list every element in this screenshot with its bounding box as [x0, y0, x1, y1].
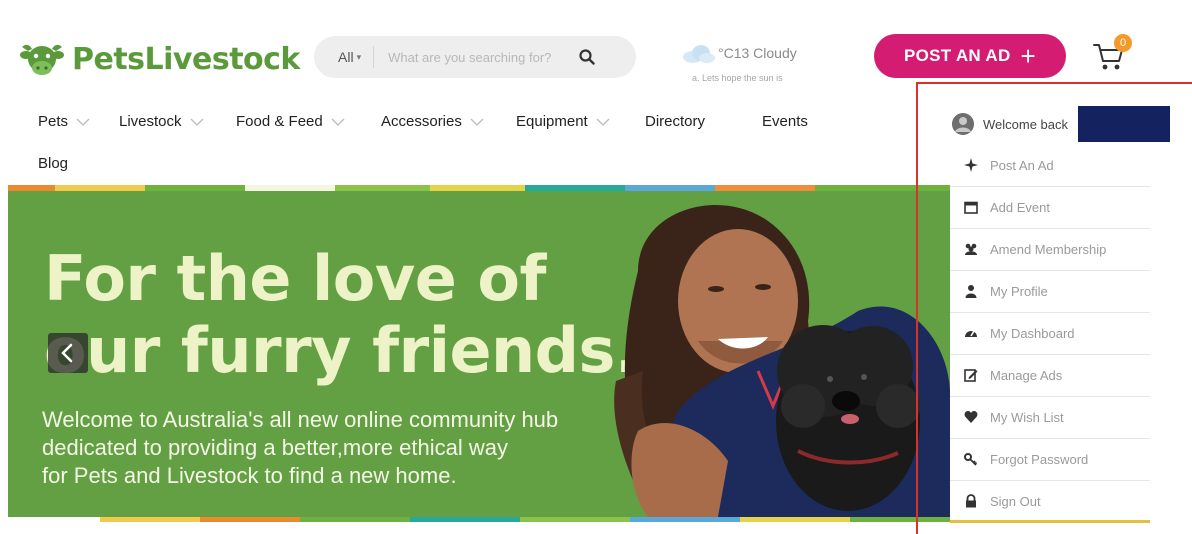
hero-banner: For the love of our furry friends. Welco… — [8, 191, 950, 517]
hero-subtitle-line1: Welcome to Australia's all new online co… — [42, 407, 559, 432]
key-icon — [964, 453, 978, 466]
search-divider — [373, 46, 375, 68]
search-icon[interactable] — [578, 48, 596, 66]
menu-item-my-dashboard[interactable]: My Dashboard — [950, 312, 1150, 355]
menu-item-forgot-password[interactable]: Forgot Password — [950, 438, 1150, 481]
nav-label: Food & Feed — [236, 113, 323, 130]
nav-item-accessories[interactable]: Accessories — [381, 113, 484, 130]
weather-note: a. Lets hope the sun is — [692, 73, 783, 83]
person-icon — [965, 285, 977, 298]
user-dropdown-highlight: Welcome back Post An Ad Add Event Amend … — [916, 82, 1192, 534]
hero-headline: For the love of our furry friends. — [44, 242, 639, 387]
heart-icon — [964, 411, 978, 423]
nav-item-pets[interactable]: Pets — [38, 113, 90, 130]
avatar-icon — [952, 113, 974, 135]
lock-icon — [966, 494, 976, 508]
chevron-down-icon: ▾ — [356, 51, 362, 62]
nav-label: Livestock — [119, 113, 182, 130]
cart-count-badge: 0 — [1114, 34, 1132, 52]
site-logo[interactable]: PetsLivestock — [18, 36, 300, 82]
group-icon — [965, 243, 977, 255]
nav-label: Events — [762, 113, 808, 130]
menu-item-my-profile[interactable]: My Profile — [950, 270, 1150, 313]
menu-item-manage-ads[interactable]: Manage Ads — [950, 354, 1150, 397]
menu-item-amend-membership[interactable]: Amend Membership — [950, 228, 1150, 271]
hero-subtitle: Welcome to Australia's all new online co… — [42, 406, 558, 490]
chevron-down-icon — [470, 118, 484, 126]
nav-label: Blog — [38, 155, 69, 172]
chevron-down-icon — [331, 118, 345, 126]
plus-icon: + — [1020, 41, 1037, 71]
menu-item-label: Manage Ads — [990, 367, 1063, 383]
menu-item-label: My Dashboard — [990, 325, 1075, 341]
hero-headline-line2: our furry friends. — [44, 314, 639, 387]
menu-item-label: Sign Out — [990, 493, 1041, 509]
search-category-select[interactable]: All ▾ — [338, 49, 361, 65]
welcome-label: Welcome back — [983, 116, 1069, 132]
nav-label: Accessories — [381, 113, 462, 130]
menu-item-sign-out[interactable]: Sign Out — [950, 480, 1150, 523]
menu-item-label: Post An Ad — [990, 157, 1054, 173]
redacted-username — [1078, 106, 1170, 142]
menu-item-label: Add Event — [990, 199, 1050, 215]
post-an-ad-button[interactable]: POST AN AD + — [874, 34, 1066, 78]
edit-icon — [964, 369, 978, 382]
menu-item-label: Forgot Password — [990, 451, 1089, 467]
chevron-down-icon — [76, 118, 90, 126]
weather-temperature: °C13 Cloudy — [718, 45, 797, 61]
nav-item-directory[interactable]: Directory — [645, 113, 705, 130]
cow-logo-icon — [20, 44, 64, 75]
chevron-down-icon — [596, 118, 610, 126]
hero-headline-line1: For the love of — [44, 242, 546, 315]
carousel-prev-button[interactable] — [48, 333, 88, 373]
cloud-icon — [683, 45, 715, 63]
nav-item-equipment[interactable]: Equipment — [516, 113, 610, 130]
chevron-down-icon — [190, 118, 203, 126]
nav-label: Equipment — [516, 113, 588, 130]
search-category-label: All — [338, 49, 354, 65]
cart-button[interactable]: 0 — [1092, 34, 1132, 74]
logo-text: PetsLivestock — [72, 41, 300, 77]
nav-item-livestock[interactable]: Livestock — [119, 113, 204, 130]
nav-label: Directory — [645, 113, 706, 130]
hero-bottom-stripe — [100, 517, 950, 522]
nav-item-food-feed[interactable]: Food & Feed — [236, 113, 345, 130]
post-an-ad-label: POST AN AD — [903, 46, 1011, 65]
menu-item-add-event[interactable]: Add Event — [950, 186, 1150, 229]
nav-item-events[interactable]: Events — [762, 113, 808, 130]
menu-item-label: My Wish List — [990, 409, 1064, 425]
menu-item-my-wish-list[interactable]: My Wish List — [950, 396, 1150, 439]
hero-subtitle-line2: dedicated to providing a better,more eth… — [42, 435, 508, 460]
menu-item-post-an-ad[interactable]: Post An Ad — [950, 144, 1150, 187]
gauge-icon — [965, 330, 977, 337]
weather-widget: °C13 Cloudy a. Lets hope the sun is — [680, 42, 810, 88]
nav-item-blog[interactable]: Blog — [38, 155, 68, 172]
hero-photo-woman-with-dog — [614, 205, 950, 517]
search-bar: All ▾ — [314, 36, 636, 78]
menu-bottom-accent — [950, 520, 1150, 523]
nav-label: Pets — [38, 113, 69, 130]
hero-subtitle-line3: for Pets and Livestock to find a new hom… — [42, 463, 457, 488]
chevron-left-icon — [61, 343, 73, 363]
calendar-icon — [964, 201, 978, 214]
avatar — [952, 113, 974, 135]
sparkle-icon — [964, 158, 978, 172]
search-input[interactable] — [386, 48, 567, 66]
menu-item-label: My Profile — [990, 283, 1048, 299]
menu-item-label: Amend Membership — [990, 241, 1107, 257]
